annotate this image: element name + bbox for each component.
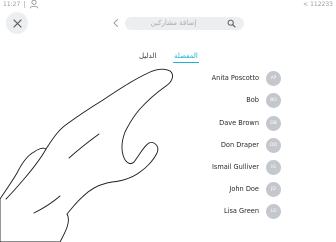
search-input[interactable]: إضافة مشاركين: [125, 17, 244, 30]
person-icon: [29, 0, 39, 9]
contact-name: Don Draper: [220, 141, 259, 149]
avatar: IG: [266, 160, 281, 175]
close-button[interactable]: [6, 12, 28, 34]
avatar: BO: [266, 93, 281, 108]
close-icon: [12, 18, 22, 28]
contact-name: Ismail Gulliver: [211, 163, 259, 171]
avatar: DB: [266, 116, 281, 131]
status-time: 11:27: [3, 1, 21, 8]
status-divider: [24, 1, 25, 8]
avatar: LG: [266, 204, 281, 219]
search-placeholder: إضافة مشاركين: [150, 19, 197, 27]
avatar: AP: [266, 71, 281, 86]
contact-name: Dave Brown: [219, 119, 259, 127]
status-bar: 11:27 < 112233: [0, 0, 336, 12]
tab-favorites[interactable]: المفضلة: [174, 51, 198, 61]
avatar: DD: [266, 138, 281, 153]
search-icon[interactable]: [227, 19, 236, 28]
avatar: JD: [266, 182, 281, 197]
chevron-left-icon[interactable]: [112, 18, 120, 28]
tab-favorites-underline: [173, 62, 199, 63]
contact-name: Bob: [246, 96, 259, 104]
contact-name: Anita Poscotto: [211, 74, 259, 82]
contact-name: Lisa Green: [223, 207, 259, 215]
status-extension: < 112233: [303, 1, 333, 8]
tab-directory[interactable]: الدليل: [139, 51, 156, 61]
contact-name: John Doe: [229, 185, 259, 193]
